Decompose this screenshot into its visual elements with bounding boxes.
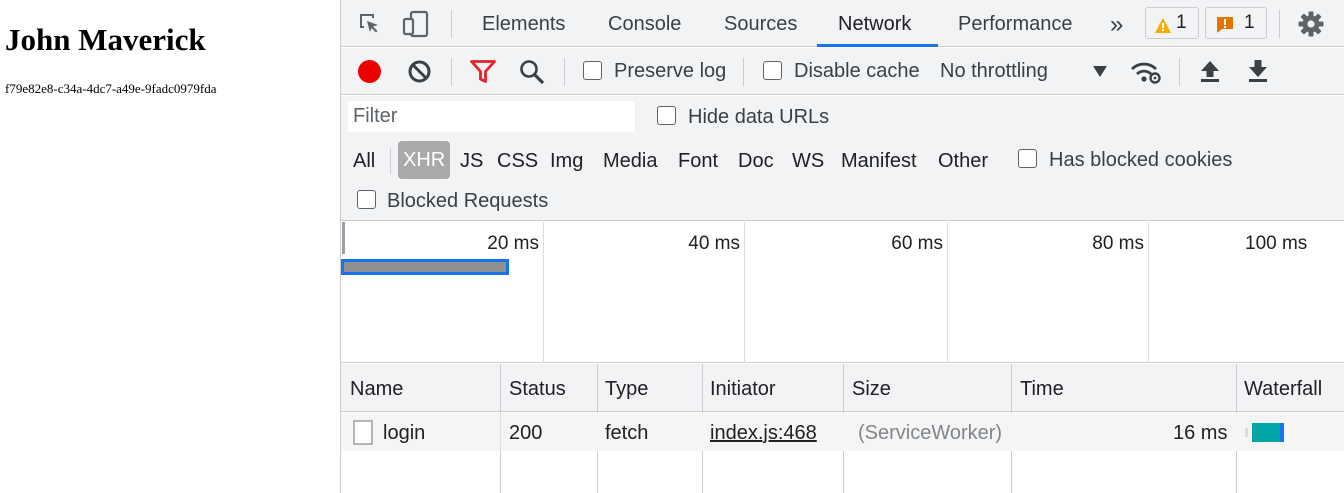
filter-input[interactable] (348, 101, 635, 132)
type-filter-css[interactable]: CSS (497, 145, 538, 177)
record-icon[interactable] (357, 59, 382, 84)
column-header-waterfall[interactable]: Waterfall (1244, 364, 1322, 412)
network-toolbar: Preserve log Disable cache No throttling (341, 48, 1344, 95)
column-header-initiator[interactable]: Initiator (710, 364, 776, 412)
network-overview[interactable]: 20 ms 40 ms 60 ms 80 ms 100 ms (341, 222, 1344, 363)
import-har-icon[interactable] (1198, 58, 1222, 84)
warnings-badge[interactable]: 1 (1145, 7, 1199, 39)
type-filter-ws[interactable]: WS (792, 145, 824, 177)
overview-request-bar (341, 259, 509, 275)
device-toolbar-icon[interactable] (401, 10, 431, 38)
issues-count: 1 (1244, 12, 1255, 33)
timeline-tick: 40 ms (688, 233, 740, 254)
has-blocked-cookies-checkbox[interactable] (1018, 149, 1037, 168)
type-filter-doc[interactable]: Doc (738, 145, 774, 177)
active-tab-indicator (817, 44, 938, 47)
timeline-tick: 60 ms (891, 233, 943, 254)
type-filter-js[interactable]: JS (460, 145, 483, 177)
disable-cache-checkbox[interactable] (763, 61, 782, 80)
request-type: fetch (605, 422, 649, 444)
export-har-icon[interactable] (1246, 58, 1270, 84)
column-header-name[interactable]: Name (350, 364, 403, 412)
type-filter-xhr[interactable]: XHR (398, 141, 451, 179)
waterfall-bar (1245, 423, 1285, 442)
warnings-count: 1 (1176, 12, 1187, 33)
clear-icon[interactable] (407, 59, 432, 84)
document-icon (353, 420, 373, 445)
preserve-log-label: Preserve log (614, 60, 727, 82)
tab-performance[interactable]: Performance (958, 0, 1073, 47)
devtools-panel: Elements Console Sources Network Perform… (340, 0, 1344, 493)
network-conditions-icon[interactable] (1129, 58, 1163, 86)
request-time: 16 ms (1173, 422, 1228, 444)
preserve-log-checkbox[interactable] (583, 61, 602, 80)
hide-data-urls-checkbox[interactable] (657, 106, 676, 125)
type-filter-other[interactable]: Other (938, 145, 988, 177)
throttling-select[interactable]: No throttling (940, 48, 1048, 95)
warning-icon (1154, 14, 1172, 44)
tab-elements[interactable]: Elements (482, 0, 565, 47)
devtools-tabbar: Elements Console Sources Network Perform… (341, 0, 1344, 47)
settings-gear-icon[interactable] (1297, 10, 1325, 38)
timeline-tick: 80 ms (1092, 233, 1144, 254)
type-filter-all[interactable]: All (353, 145, 375, 177)
issue-icon (1216, 14, 1234, 44)
issues-badge[interactable]: 1 (1205, 7, 1267, 39)
column-header-size[interactable]: Size (852, 364, 891, 412)
tab-sources[interactable]: Sources (724, 0, 797, 47)
page-heading: John Maverick (5, 22, 206, 57)
request-initiator-link[interactable]: index.js:468 (710, 413, 817, 451)
more-tabs-button[interactable]: » (1110, 0, 1123, 47)
filter-bar: Hide data URLs All XHR JS CSS Img Media … (341, 96, 1344, 221)
timeline-tick: 20 ms (487, 233, 539, 254)
request-status: 200 (509, 422, 543, 444)
request-size: (ServiceWorker) (858, 422, 1003, 444)
blocked-requests-checkbox[interactable] (357, 190, 376, 209)
page-id-text: f79e82e8-c34a-4dc7-a49e-9fadc0979fda (5, 81, 217, 96)
blocked-requests-label: Blocked Requests (387, 190, 549, 212)
column-header-status[interactable]: Status (509, 364, 566, 412)
disable-cache-label: Disable cache (794, 60, 920, 82)
column-header-type[interactable]: Type (605, 364, 648, 412)
tab-network[interactable]: Network (838, 0, 911, 47)
type-filter-font[interactable]: Font (678, 145, 718, 177)
type-filter-img[interactable]: Img (550, 145, 583, 177)
search-icon[interactable] (519, 59, 545, 85)
dropdown-arrow-icon[interactable] (1093, 65, 1107, 77)
timeline-tick: 100 ms (1245, 233, 1308, 254)
tab-console[interactable]: Console (608, 0, 681, 47)
has-blocked-cookies-label: Has blocked cookies (1049, 149, 1233, 171)
type-filter-media[interactable]: Media (603, 145, 657, 177)
column-header-time[interactable]: Time (1020, 364, 1064, 412)
type-filter-manifest[interactable]: Manifest (841, 145, 917, 177)
filter-icon[interactable] (470, 60, 496, 83)
hide-data-urls-label: Hide data URLs (688, 106, 830, 128)
request-name[interactable]: login (383, 413, 425, 451)
inspected-page: John Maverick f79e82e8-c34a-4dc7-a49e-9f… (0, 0, 340, 493)
inspect-element-icon[interactable] (357, 11, 383, 37)
